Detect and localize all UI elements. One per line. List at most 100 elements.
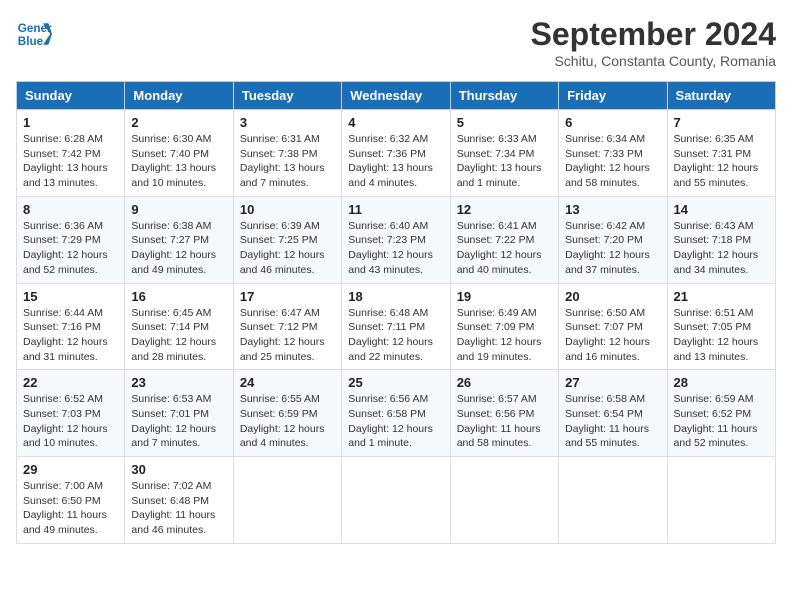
day-detail: Sunrise: 6:28 AM Sunset: 7:42 PM Dayligh… xyxy=(23,132,118,191)
day-number: 13 xyxy=(565,202,660,217)
weekday-header: Wednesday xyxy=(342,82,450,110)
calendar-cell: 19 Sunrise: 6:49 AM Sunset: 7:09 PM Dayl… xyxy=(450,283,558,370)
calendar-table: SundayMondayTuesdayWednesdayThursdayFrid… xyxy=(16,81,776,544)
calendar-cell: 3 Sunrise: 6:31 AM Sunset: 7:38 PM Dayli… xyxy=(233,110,341,197)
calendar-cell: 28 Sunrise: 6:59 AM Sunset: 6:52 PM Dayl… xyxy=(667,370,775,457)
calendar-cell: 24 Sunrise: 6:55 AM Sunset: 6:59 PM Dayl… xyxy=(233,370,341,457)
day-number: 22 xyxy=(23,375,118,390)
calendar-cell: 16 Sunrise: 6:45 AM Sunset: 7:14 PM Dayl… xyxy=(125,283,233,370)
day-detail: Sunrise: 6:43 AM Sunset: 7:18 PM Dayligh… xyxy=(674,219,769,278)
day-number: 6 xyxy=(565,115,660,130)
calendar-cell: 10 Sunrise: 6:39 AM Sunset: 7:25 PM Dayl… xyxy=(233,196,341,283)
day-detail: Sunrise: 6:59 AM Sunset: 6:52 PM Dayligh… xyxy=(674,392,769,451)
calendar-week-row: 1 Sunrise: 6:28 AM Sunset: 7:42 PM Dayli… xyxy=(17,110,776,197)
day-number: 5 xyxy=(457,115,552,130)
day-number: 24 xyxy=(240,375,335,390)
day-number: 15 xyxy=(23,289,118,304)
day-number: 8 xyxy=(23,202,118,217)
day-detail: Sunrise: 6:56 AM Sunset: 6:58 PM Dayligh… xyxy=(348,392,443,451)
calendar-cell: 5 Sunrise: 6:33 AM Sunset: 7:34 PM Dayli… xyxy=(450,110,558,197)
day-detail: Sunrise: 6:45 AM Sunset: 7:14 PM Dayligh… xyxy=(131,306,226,365)
calendar-week-row: 29 Sunrise: 7:00 AM Sunset: 6:50 PM Dayl… xyxy=(17,457,776,544)
day-detail: Sunrise: 6:30 AM Sunset: 7:40 PM Dayligh… xyxy=(131,132,226,191)
calendar-cell: 13 Sunrise: 6:42 AM Sunset: 7:20 PM Dayl… xyxy=(559,196,667,283)
weekday-header: Saturday xyxy=(667,82,775,110)
day-detail: Sunrise: 7:00 AM Sunset: 6:50 PM Dayligh… xyxy=(23,479,118,538)
calendar-cell xyxy=(233,457,341,544)
calendar-cell: 27 Sunrise: 6:58 AM Sunset: 6:54 PM Dayl… xyxy=(559,370,667,457)
weekday-header: Tuesday xyxy=(233,82,341,110)
day-detail: Sunrise: 6:57 AM Sunset: 6:56 PM Dayligh… xyxy=(457,392,552,451)
calendar-cell: 11 Sunrise: 6:40 AM Sunset: 7:23 PM Dayl… xyxy=(342,196,450,283)
day-number: 14 xyxy=(674,202,769,217)
calendar-cell: 8 Sunrise: 6:36 AM Sunset: 7:29 PM Dayli… xyxy=(17,196,125,283)
page-header: General Blue September 2024 Schitu, Cons… xyxy=(16,16,776,69)
calendar-cell: 6 Sunrise: 6:34 AM Sunset: 7:33 PM Dayli… xyxy=(559,110,667,197)
calendar-cell: 20 Sunrise: 6:50 AM Sunset: 7:07 PM Dayl… xyxy=(559,283,667,370)
day-number: 1 xyxy=(23,115,118,130)
day-detail: Sunrise: 6:55 AM Sunset: 6:59 PM Dayligh… xyxy=(240,392,335,451)
calendar-cell: 14 Sunrise: 6:43 AM Sunset: 7:18 PM Dayl… xyxy=(667,196,775,283)
day-number: 3 xyxy=(240,115,335,130)
day-detail: Sunrise: 6:33 AM Sunset: 7:34 PM Dayligh… xyxy=(457,132,552,191)
calendar-cell xyxy=(667,457,775,544)
day-detail: Sunrise: 6:35 AM Sunset: 7:31 PM Dayligh… xyxy=(674,132,769,191)
day-detail: Sunrise: 6:31 AM Sunset: 7:38 PM Dayligh… xyxy=(240,132,335,191)
day-number: 2 xyxy=(131,115,226,130)
day-detail: Sunrise: 6:58 AM Sunset: 6:54 PM Dayligh… xyxy=(565,392,660,451)
day-number: 30 xyxy=(131,462,226,477)
day-detail: Sunrise: 6:48 AM Sunset: 7:11 PM Dayligh… xyxy=(348,306,443,365)
day-number: 28 xyxy=(674,375,769,390)
calendar-cell: 30 Sunrise: 7:02 AM Sunset: 6:48 PM Dayl… xyxy=(125,457,233,544)
day-detail: Sunrise: 6:38 AM Sunset: 7:27 PM Dayligh… xyxy=(131,219,226,278)
day-detail: Sunrise: 6:32 AM Sunset: 7:36 PM Dayligh… xyxy=(348,132,443,191)
calendar-cell: 29 Sunrise: 7:00 AM Sunset: 6:50 PM Dayl… xyxy=(17,457,125,544)
calendar-cell xyxy=(450,457,558,544)
day-number: 19 xyxy=(457,289,552,304)
calendar-cell: 25 Sunrise: 6:56 AM Sunset: 6:58 PM Dayl… xyxy=(342,370,450,457)
calendar-cell: 23 Sunrise: 6:53 AM Sunset: 7:01 PM Dayl… xyxy=(125,370,233,457)
day-number: 10 xyxy=(240,202,335,217)
calendar-cell: 17 Sunrise: 6:47 AM Sunset: 7:12 PM Dayl… xyxy=(233,283,341,370)
day-number: 12 xyxy=(457,202,552,217)
day-detail: Sunrise: 6:36 AM Sunset: 7:29 PM Dayligh… xyxy=(23,219,118,278)
calendar-cell: 18 Sunrise: 6:48 AM Sunset: 7:11 PM Dayl… xyxy=(342,283,450,370)
svg-text:Blue: Blue xyxy=(18,35,44,48)
day-detail: Sunrise: 6:40 AM Sunset: 7:23 PM Dayligh… xyxy=(348,219,443,278)
calendar-week-row: 22 Sunrise: 6:52 AM Sunset: 7:03 PM Dayl… xyxy=(17,370,776,457)
day-detail: Sunrise: 6:39 AM Sunset: 7:25 PM Dayligh… xyxy=(240,219,335,278)
calendar-cell: 9 Sunrise: 6:38 AM Sunset: 7:27 PM Dayli… xyxy=(125,196,233,283)
day-number: 26 xyxy=(457,375,552,390)
day-detail: Sunrise: 6:47 AM Sunset: 7:12 PM Dayligh… xyxy=(240,306,335,365)
title-area: September 2024 Schitu, Constanta County,… xyxy=(531,16,776,69)
calendar-cell: 15 Sunrise: 6:44 AM Sunset: 7:16 PM Dayl… xyxy=(17,283,125,370)
calendar-cell xyxy=(342,457,450,544)
calendar-cell: 12 Sunrise: 6:41 AM Sunset: 7:22 PM Dayl… xyxy=(450,196,558,283)
day-detail: Sunrise: 6:49 AM Sunset: 7:09 PM Dayligh… xyxy=(457,306,552,365)
weekday-header: Thursday xyxy=(450,82,558,110)
day-number: 20 xyxy=(565,289,660,304)
calendar-week-row: 8 Sunrise: 6:36 AM Sunset: 7:29 PM Dayli… xyxy=(17,196,776,283)
day-detail: Sunrise: 6:51 AM Sunset: 7:05 PM Dayligh… xyxy=(674,306,769,365)
weekday-header: Sunday xyxy=(17,82,125,110)
day-number: 11 xyxy=(348,202,443,217)
calendar-cell: 26 Sunrise: 6:57 AM Sunset: 6:56 PM Dayl… xyxy=(450,370,558,457)
day-number: 7 xyxy=(674,115,769,130)
calendar-header-row: SundayMondayTuesdayWednesdayThursdayFrid… xyxy=(17,82,776,110)
day-detail: Sunrise: 7:02 AM Sunset: 6:48 PM Dayligh… xyxy=(131,479,226,538)
day-number: 18 xyxy=(348,289,443,304)
day-number: 9 xyxy=(131,202,226,217)
day-number: 29 xyxy=(23,462,118,477)
calendar-week-row: 15 Sunrise: 6:44 AM Sunset: 7:16 PM Dayl… xyxy=(17,283,776,370)
day-detail: Sunrise: 6:44 AM Sunset: 7:16 PM Dayligh… xyxy=(23,306,118,365)
day-number: 27 xyxy=(565,375,660,390)
calendar-cell: 7 Sunrise: 6:35 AM Sunset: 7:31 PM Dayli… xyxy=(667,110,775,197)
day-number: 25 xyxy=(348,375,443,390)
location-subtitle: Schitu, Constanta County, Romania xyxy=(531,53,776,69)
day-detail: Sunrise: 6:34 AM Sunset: 7:33 PM Dayligh… xyxy=(565,132,660,191)
day-detail: Sunrise: 6:53 AM Sunset: 7:01 PM Dayligh… xyxy=(131,392,226,451)
day-number: 17 xyxy=(240,289,335,304)
logo-icon: General Blue xyxy=(16,16,52,52)
calendar-cell: 22 Sunrise: 6:52 AM Sunset: 7:03 PM Dayl… xyxy=(17,370,125,457)
weekday-header: Friday xyxy=(559,82,667,110)
